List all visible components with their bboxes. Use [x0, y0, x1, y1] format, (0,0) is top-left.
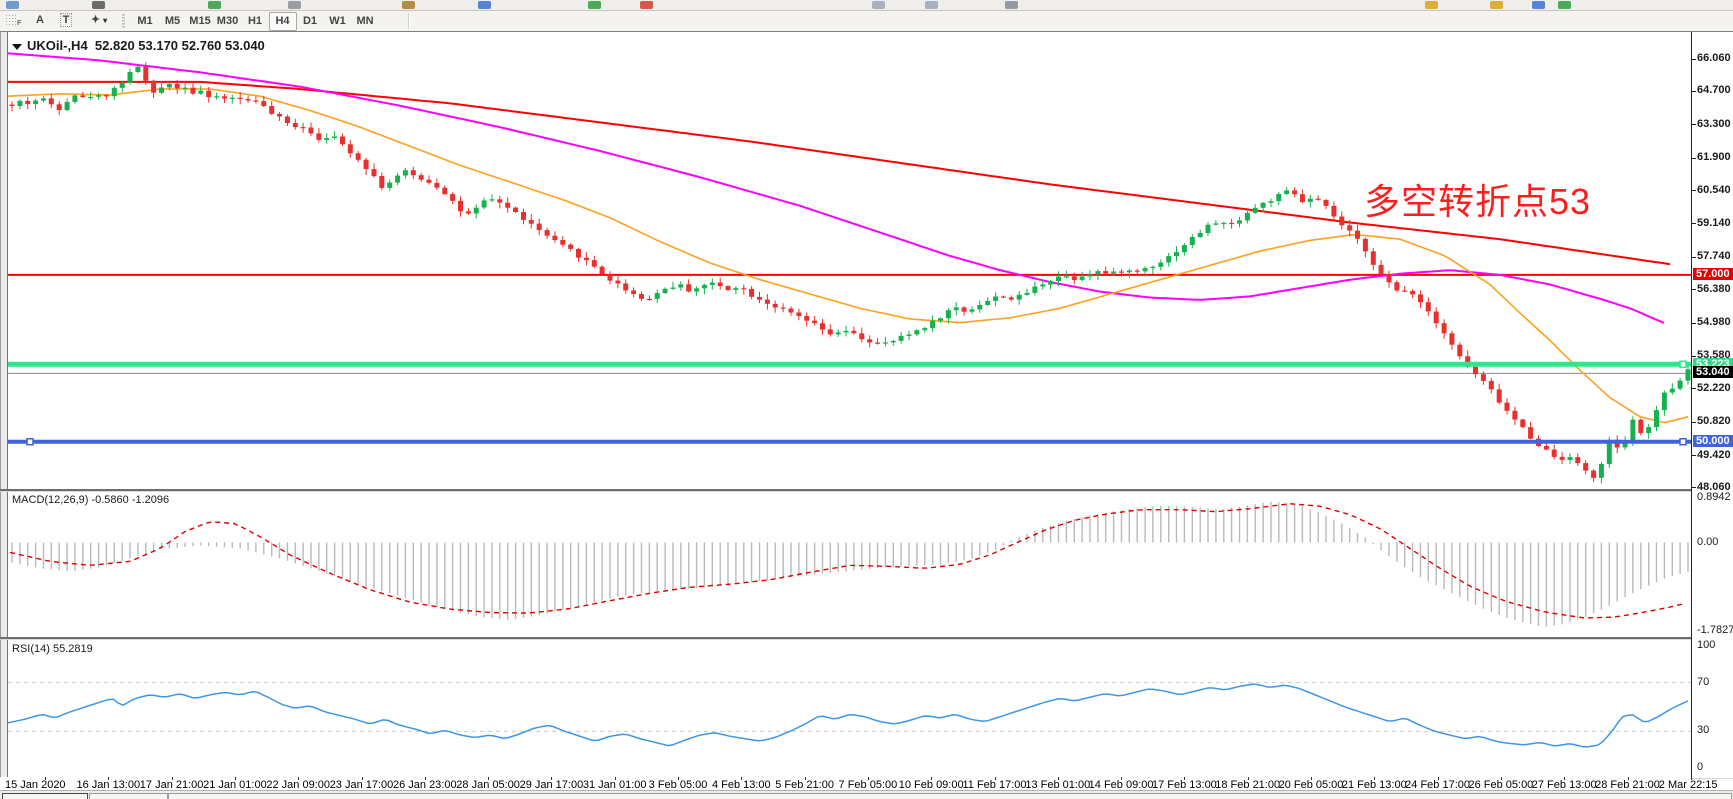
bottom-tab[interactable] — [89, 793, 168, 799]
price-axis-label: 64.700 — [1697, 84, 1731, 96]
toolbar-icon-partial[interactable] — [925, 1, 938, 9]
toolbar-icon-partial[interactable] — [1558, 1, 1571, 9]
price-marker-57.000: 57.000 — [1693, 268, 1733, 280]
chart-toolbar: F A T ✦ ▾ M1M5M15M30H1H4D1W1MN — [0, 11, 1733, 32]
chart-window: UKOil-,H4 52.820 53.170 52.760 53.040 MA… — [0, 31, 1733, 791]
text-label-tool[interactable]: A — [32, 12, 48, 29]
timeframe-W1[interactable]: W1 — [324, 12, 352, 31]
macd-axis-label: -1.7827 — [1697, 624, 1733, 636]
price-tick — [1692, 91, 1696, 92]
price-axis-label: 57.740 — [1697, 250, 1731, 262]
toolbar-icon-partial[interactable] — [6, 1, 19, 9]
macd-axis-label: 0.00 — [1697, 536, 1718, 548]
rsi-line — [8, 684, 1688, 747]
price-axis-label: 54.980 — [1697, 316, 1731, 328]
symbol-period: UKOil-,H4 — [27, 38, 88, 53]
cursor-tool[interactable]: ✦ ▾ — [84, 12, 114, 29]
toolbar-icon-partial[interactable] — [1532, 1, 1545, 9]
macd-label: MACD(12,26,9) -0.5860 -1.2096 — [12, 494, 169, 506]
chevron-down-icon — [12, 44, 22, 50]
top-toolbar-strip — [0, 0, 1733, 11]
toolbar-icon-partial[interactable] — [1005, 1, 1018, 9]
bottom-tab[interactable] — [168, 793, 1732, 799]
macd-panel-canvas[interactable] — [0, 491, 1691, 638]
timeframe-M5[interactable]: M5 — [159, 12, 187, 31]
rsi-axis-label: 0 — [1697, 761, 1703, 773]
timeframe-D1[interactable]: D1 — [296, 12, 324, 31]
price-tick — [1692, 257, 1696, 258]
price-tick — [1692, 223, 1696, 224]
bottom-tab[interactable] — [2, 793, 88, 799]
toolbar-icon-partial[interactable] — [478, 1, 491, 9]
chevron-down-icon: ▾ — [103, 16, 107, 25]
toolbar-icon-partial[interactable] — [640, 1, 653, 9]
price-tick — [1692, 388, 1696, 389]
price-axis-label: 50.820 — [1697, 415, 1731, 427]
price-tick — [1692, 323, 1696, 324]
price-axis-label: 61.900 — [1697, 151, 1731, 163]
rsi-label: RSI(14) 55.2819 — [12, 643, 93, 655]
price-axis-label: 60.540 — [1697, 184, 1731, 196]
rsi-axis-label: 70 — [1697, 676, 1709, 688]
price-axis-label: 49.420 — [1697, 449, 1731, 461]
toolbar-icon-partial[interactable] — [288, 1, 301, 9]
bottom-strip — [0, 790, 1733, 799]
timeframe-MN[interactable]: MN — [351, 12, 379, 31]
ma_orange-line — [8, 89, 1688, 423]
price-tick — [1692, 356, 1696, 357]
timeframe-M30[interactable]: M30 — [214, 12, 242, 31]
price-tick — [1692, 455, 1696, 456]
line-handle[interactable] — [27, 439, 33, 445]
toolbar-icon-partial[interactable] — [1490, 1, 1503, 9]
price-axis-label: 52.220 — [1697, 382, 1731, 394]
macd-axis-label: 0.8942 — [1697, 491, 1731, 503]
chinese-annotation[interactable]: 多空转折点53 — [1364, 173, 1591, 225]
rsi-panel-canvas[interactable] — [0, 640, 1691, 777]
rsi-axis-label: 30 — [1697, 724, 1709, 736]
price-axis-label: 56.380 — [1697, 283, 1731, 295]
price-axis[interactable]: 66.060 64.700 63.300 61.900 60.540 59.140 57.7… — [1691, 32, 1733, 778]
price-tick — [1692, 487, 1696, 488]
price-tick — [1692, 59, 1696, 60]
price-marker-53.040: 53.040 — [1693, 366, 1733, 378]
toolbar-icon-partial[interactable] — [1425, 1, 1438, 9]
price-tick — [1692, 158, 1696, 159]
toolbar-icon-partial[interactable] — [402, 1, 415, 9]
price-tick — [1692, 422, 1696, 423]
text-box-tool[interactable]: T — [57, 12, 75, 29]
toolbar-icon-partial[interactable] — [208, 1, 221, 9]
line-handle[interactable] — [1680, 439, 1686, 445]
macd-histogram — [12, 502, 1688, 627]
price-axis-label: 59.140 — [1697, 217, 1731, 229]
price-tick — [1692, 190, 1696, 191]
toolbar-icon-partial[interactable] — [872, 1, 885, 9]
price-tick — [1692, 124, 1696, 125]
time-axis[interactable]: 15 Jan 202016 Jan 13:0017 Jan 21:0021 Ja… — [0, 777, 1691, 790]
toolbar-grip — [122, 14, 125, 28]
line-handle[interactable] — [1680, 361, 1686, 367]
rsi-axis-label: 100 — [1697, 639, 1715, 651]
main-chart-canvas[interactable] — [0, 34, 1691, 490]
toolbar-icon-partial[interactable] — [588, 1, 601, 9]
price-axis-label: 66.060 — [1697, 52, 1731, 64]
mt4-window: F A T ✦ ▾ M1M5M15M30H1H4D1W1MN UKOil-,H4… — [0, 0, 1733, 799]
timeframe-M15[interactable]: M15 — [186, 12, 214, 31]
timeframe-H1[interactable]: H1 — [241, 12, 269, 31]
toolbar-icon-partial[interactable] — [92, 1, 105, 9]
timeframe-H4[interactable]: H4 — [269, 12, 297, 31]
timeframe-M1[interactable]: M1 — [131, 12, 159, 31]
price-marker-50.000: 50.000 — [1693, 435, 1733, 447]
price-axis-label: 63.300 — [1697, 118, 1731, 130]
grid-f-label: F — [17, 20, 21, 27]
ohlc-values: 52.820 53.170 52.760 53.040 — [95, 38, 265, 53]
price-tick — [1692, 289, 1696, 290]
chart-title: UKOil-,H4 52.820 53.170 52.760 53.040 — [12, 38, 265, 53]
toolbar-separator — [408, 13, 410, 29]
